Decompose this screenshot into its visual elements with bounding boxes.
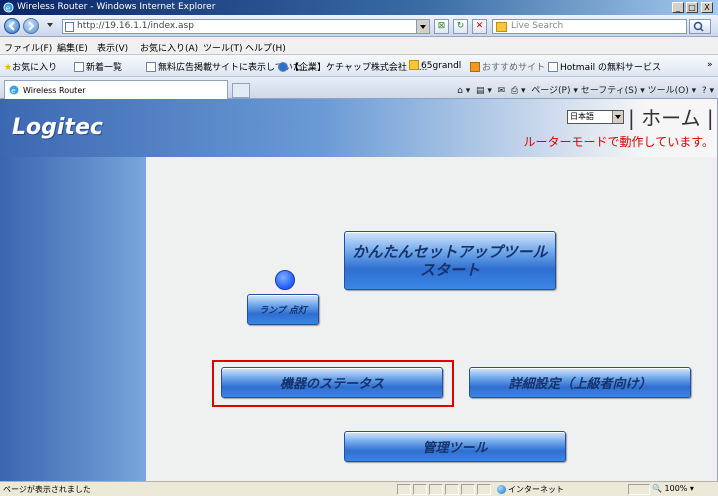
back-arrow-icon	[8, 21, 15, 31]
svg-text:e: e	[11, 87, 15, 95]
tab-wireless-router[interactable]: e Wireless Router	[4, 80, 228, 99]
globe-icon	[497, 485, 506, 494]
search-icon	[693, 21, 704, 32]
status-message: ページが表示されました	[3, 485, 91, 494]
address-input[interactable]: http://19.16.1.1/index.asp	[62, 19, 430, 34]
menu-favorites[interactable]: お気に入り(A)	[140, 41, 198, 54]
easy-setup-label-line2: スタート	[419, 260, 480, 279]
chevron-down-icon	[612, 111, 623, 123]
favorites-label: お気に入り	[12, 63, 58, 73]
favorite-link-label: 【企業】ケチャップ株式会社 バ...	[290, 63, 428, 73]
favorite-link-label: 新着一覧	[86, 63, 123, 73]
refresh-button[interactable]: ↻	[453, 19, 468, 34]
address-dropdown-button[interactable]	[416, 20, 429, 33]
status-pane	[413, 484, 427, 495]
favorite-link-label: Hotmail の無料サービス	[560, 63, 661, 73]
logitec-logo: Logitec	[12, 115, 103, 140]
compatibility-button[interactable]: ⊠	[434, 19, 449, 34]
favorites-button[interactable]: ★お気に入り	[4, 60, 57, 73]
command-bar[interactable]: ⌂ ▾ ▤ ▾ ✉ ⎙ ▾ ページ(P) ▾ セーフティ(S) ▾ ツール(O)…	[457, 83, 714, 96]
command-menus[interactable]: ページ(P) ▾ セーフティ(S) ▾ ツール(O) ▾	[531, 86, 696, 96]
history-dropdown-icon[interactable]	[47, 23, 53, 27]
new-tab-button[interactable]	[232, 83, 250, 98]
favorite-link-label: 65grandl	[421, 61, 462, 71]
page-icon	[74, 62, 84, 72]
easy-setup-button[interactable]: かんたんセットアップツール スタート	[344, 231, 556, 290]
lamp-indicator-icon	[275, 270, 295, 290]
status-pane	[397, 484, 411, 495]
language-select[interactable]: 日本語	[567, 110, 624, 124]
favorite-link-6[interactable]: Hotmail の無料サービス	[548, 60, 661, 73]
chevron-down-icon	[420, 25, 426, 29]
status-pane	[461, 484, 475, 495]
zoom-control[interactable]: 🔍 100% ▾	[652, 484, 694, 493]
status-pane	[477, 484, 491, 495]
lamp-on-button[interactable]: ランプ 点灯	[247, 294, 319, 325]
router-mode-status: ルーターモードで動作しています。	[523, 135, 714, 149]
language-value: 日本語	[570, 112, 594, 121]
status-pane	[445, 484, 459, 495]
menu-edit[interactable]: 編集(E)	[57, 41, 88, 54]
stop-button[interactable]: ✕	[472, 19, 487, 34]
print-icon[interactable]: ⎙ ▾	[511, 86, 526, 96]
forward-button[interactable]	[23, 18, 39, 34]
favorite-link-3[interactable]: 【企業】ケチャップ株式会社 バ...	[278, 60, 427, 73]
orange-page-icon	[470, 62, 480, 72]
tab-title: Wireless Router	[23, 86, 86, 95]
maximize-button[interactable]: □	[686, 2, 698, 13]
admin-tools-label: 管理ツール	[422, 441, 488, 456]
search-input[interactable]: Live Search	[492, 19, 687, 34]
favorite-link-label: おすすめサイト	[482, 63, 546, 73]
menu-bar: ファイル(F) 編集(E) 表示(V) お気に入り(A) ツール(T) ヘルプ(…	[0, 37, 718, 55]
menu-file[interactable]: ファイル(F)	[4, 41, 52, 54]
svg-text:e: e	[6, 3, 11, 12]
forward-arrow-icon	[28, 21, 35, 31]
address-toolbar: http://19.16.1.1/index.asp ⊠ ↻ ✕ Live Se…	[0, 15, 718, 37]
page-icon	[146, 62, 156, 72]
favorite-link-5[interactable]: おすすめサイト	[470, 60, 545, 73]
favorite-link-4[interactable]: 65grandl	[409, 60, 461, 71]
feeds-icon[interactable]: ▤ ▾	[476, 86, 492, 96]
lamp-on-label: ランプ 点灯	[259, 306, 307, 316]
page-icon	[548, 62, 558, 72]
easy-setup-label-line1: かんたんセットアップツール	[352, 242, 548, 261]
live-search-icon	[496, 22, 507, 32]
zoom-value: 100%	[664, 484, 688, 493]
search-button[interactable]	[689, 19, 711, 34]
admin-tools-button[interactable]: 管理ツール	[344, 431, 566, 462]
status-pane	[429, 484, 443, 495]
device-status-label: 機器のステータス	[279, 377, 384, 392]
zone-label: インターネット	[508, 485, 564, 494]
home-icon[interactable]: ⌂ ▾	[457, 86, 470, 96]
page-icon	[65, 22, 74, 32]
favorites-bar: ★お気に入り 新着一覧 無料広告掲載サイトに表示していた... 【企業】ケチャッ…	[0, 55, 718, 77]
address-value: http://19.16.1.1/index.asp	[77, 21, 194, 31]
menu-view[interactable]: 表示(V)	[97, 41, 128, 54]
menu-help[interactable]: ヘルプ(H)	[245, 41, 286, 54]
status-bar: ページが表示されました インターネット 🔍 100% ▾	[0, 481, 718, 496]
device-status-button[interactable]: 機器のステータス	[221, 367, 443, 398]
mail-icon[interactable]: ✉	[498, 86, 506, 96]
protected-mode-pane[interactable]	[628, 484, 650, 495]
favorite-link-1[interactable]: 新着一覧	[74, 60, 122, 73]
advanced-settings-button[interactable]: 詳細設定（上級者向け）	[469, 367, 691, 398]
back-button[interactable]	[4, 18, 20, 34]
search-placeholder: Live Search	[511, 21, 564, 31]
help-icon[interactable]: ? ▾	[702, 86, 714, 96]
menu-tools[interactable]: ツール(T)	[203, 41, 243, 54]
tab-bar: e Wireless Router ⌂ ▾ ▤ ▾ ✉ ⎙ ▾ ページ(P) ▾…	[0, 77, 718, 99]
security-zone[interactable]: インターネット	[497, 484, 564, 495]
page-icon	[278, 62, 288, 72]
advanced-settings-label: 詳細設定（上級者向け）	[508, 377, 652, 392]
page-title: | ホーム |	[628, 106, 714, 130]
favorites-overflow-icon[interactable]: »	[707, 60, 713, 70]
window-title: Wireless Router - Windows Internet Explo…	[17, 2, 216, 12]
ie-logo-icon: e	[3, 2, 14, 13]
minimize-button[interactable]: _	[672, 2, 684, 13]
window-title-bar: e Wireless Router - Windows Internet Exp…	[0, 0, 718, 15]
page-content: Logitec 日本語 | ホーム | ルーターモードで動作しています。 かんた…	[0, 99, 718, 481]
close-window-button[interactable]: X	[701, 2, 713, 13]
ie-page-icon: e	[9, 85, 19, 95]
folder-icon	[409, 60, 419, 70]
